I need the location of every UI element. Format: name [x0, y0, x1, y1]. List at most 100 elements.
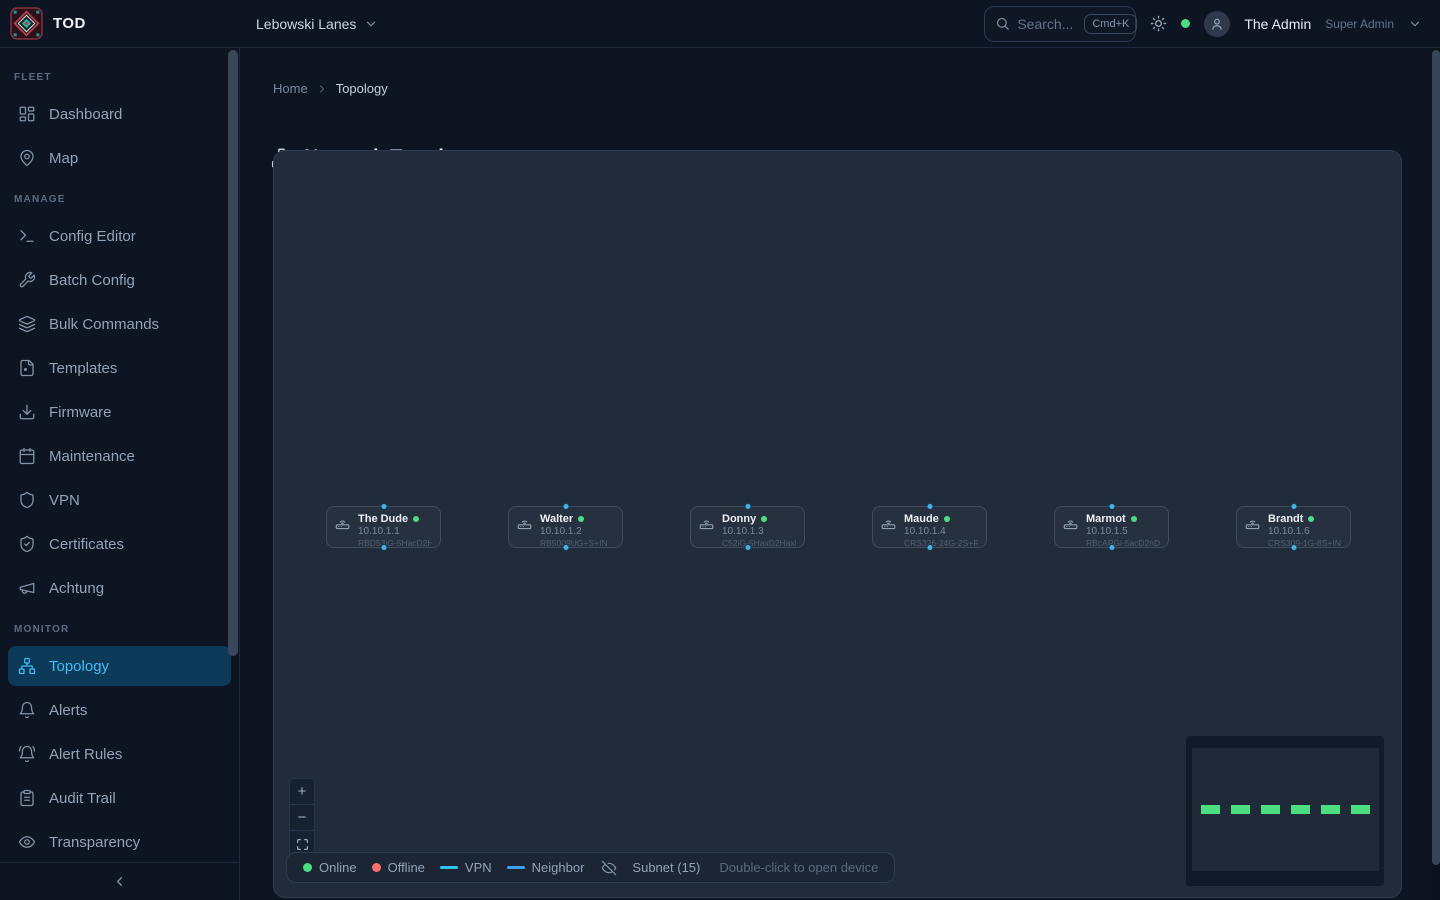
- legend-hint: Double-click to open device: [719, 860, 878, 875]
- theme-toggle-sun-icon[interactable]: [1150, 15, 1167, 32]
- search-shortcut-badge: Cmd+K: [1084, 14, 1137, 34]
- node-handle-top[interactable]: [380, 503, 387, 510]
- wrench-icon: [18, 271, 36, 289]
- router-icon: [335, 516, 350, 531]
- legend-vpn: VPN: [440, 860, 492, 875]
- zoom-out-button[interactable]: −: [290, 805, 314, 831]
- device-node-marmot[interactable]: Marmot10.10.1.5RBcAPGi-5acD2nD: [1054, 506, 1169, 548]
- minimap-node-mark: [1321, 805, 1340, 814]
- router-icon: [1063, 516, 1078, 531]
- offline-dot-icon: [372, 863, 381, 872]
- device-node-brandt[interactable]: Brandt10.10.1.6CRS309-1G-8S+IN: [1236, 506, 1351, 548]
- sidebar-item-label: Topology: [49, 658, 109, 675]
- sidebar-collapse-button[interactable]: [0, 862, 239, 900]
- fit-view-icon: [296, 838, 309, 851]
- sidebar-item-transparency[interactable]: Transparency: [8, 822, 231, 862]
- sidebar-item-dashboard[interactable]: Dashboard: [8, 94, 231, 134]
- node-handle-bottom[interactable]: [562, 544, 569, 551]
- node-handle-bottom[interactable]: [744, 544, 751, 551]
- sidebar-item-label: Templates: [49, 360, 117, 377]
- breadcrumb-home[interactable]: Home: [273, 81, 308, 96]
- breadcrumb-current: Topology: [336, 81, 388, 96]
- avatar[interactable]: [1204, 11, 1230, 37]
- node-handle-top[interactable]: [926, 503, 933, 510]
- node-handle-top[interactable]: [1108, 503, 1115, 510]
- topology-legend: Online Offline VPN Neighbor Subnet (15) …: [286, 852, 895, 883]
- legend-offline-label: Offline: [388, 860, 425, 875]
- brand: TOD: [0, 0, 240, 48]
- eye-off-icon[interactable]: [601, 860, 617, 876]
- legend-vpn-label: VPN: [465, 860, 492, 875]
- node-text: The Dude10.10.1.1RBD53iG-5HacD2HnD: [358, 513, 432, 548]
- node-handle-bottom[interactable]: [926, 544, 933, 551]
- sidebar-item-label: Dashboard: [49, 106, 122, 123]
- sidebar-scrollbar[interactable]: [228, 50, 238, 656]
- sidebar-item-label: Map: [49, 150, 78, 167]
- sidebar-item-label: Firmware: [49, 404, 112, 421]
- legend-online: Online: [303, 860, 357, 875]
- sidebar-section-label: FLEET: [8, 72, 231, 86]
- sidebar-item-config-editor[interactable]: Config Editor: [8, 216, 231, 256]
- page-scrollbar[interactable]: [1432, 48, 1440, 900]
- node-handle-top[interactable]: [744, 503, 751, 510]
- sidebar-item-achtung[interactable]: Achtung: [8, 568, 231, 608]
- minimap-node-mark: [1231, 805, 1250, 814]
- calendar-icon: [18, 447, 36, 465]
- device-name: Brandt: [1268, 513, 1303, 525]
- chevron-down-icon: [364, 17, 378, 31]
- zoom-controls: + −: [289, 778, 315, 858]
- main-content: Home Topology Network Topology The Dude1…: [240, 48, 1432, 900]
- sidebar-nav: FLEETDashboardMapMANAGEConfig EditorBatc…: [0, 48, 239, 862]
- search-input[interactable]: [1017, 16, 1077, 32]
- device-node-walter[interactable]: Walter10.10.1.2RB5009UG+S+IN: [508, 506, 623, 548]
- node-handle-bottom[interactable]: [1108, 544, 1115, 551]
- device-ip: 10.10.1.6: [1268, 526, 1341, 537]
- user-menu-chevron-down-icon[interactable]: [1408, 17, 1422, 31]
- device-online-dot: [1308, 516, 1314, 522]
- sidebar-item-bulk-commands[interactable]: Bulk Commands: [8, 304, 231, 344]
- device-model: RBcAPGi-5acD2nD: [1086, 538, 1160, 548]
- page-scrollbar-thumb[interactable]: [1432, 50, 1440, 865]
- device-node-donny[interactable]: Donny10.10.1.3C52iG-5HaxD2HaxD-US: [690, 506, 805, 548]
- sidebar-item-topology[interactable]: Topology: [8, 646, 231, 686]
- topbar: TOD Lebowski Lanes Cmd+K The Admin Super…: [0, 0, 1440, 48]
- node-handle-bottom[interactable]: [380, 544, 387, 551]
- sidebar-item-alert-rules[interactable]: Alert Rules: [8, 734, 231, 774]
- sidebar-item-maintenance[interactable]: Maintenance: [8, 436, 231, 476]
- sidebar-item-vpn[interactable]: VPN: [8, 480, 231, 520]
- sidebar-item-alerts[interactable]: Alerts: [8, 690, 231, 730]
- map-pin-icon: [18, 149, 36, 167]
- node-text: Walter10.10.1.2RB5009UG+S+IN: [540, 513, 608, 548]
- sidebar-item-map[interactable]: Map: [8, 138, 231, 178]
- search-box[interactable]: Cmd+K: [984, 6, 1136, 42]
- app-logo-icon: [10, 7, 43, 40]
- router-icon: [1245, 516, 1260, 531]
- sidebar-item-certificates[interactable]: Certificates: [8, 524, 231, 564]
- minimap[interactable]: [1186, 736, 1384, 886]
- breadcrumb: Home Topology: [273, 81, 388, 96]
- node-handle-bottom[interactable]: [1290, 544, 1297, 551]
- device-node-maude[interactable]: Maude10.10.1.4CRS326-24G-2S+RM: [872, 506, 987, 548]
- dashboard-icon: [18, 105, 36, 123]
- sidebar-item-audit-trail[interactable]: Audit Trail: [8, 778, 231, 818]
- router-icon: [699, 516, 714, 531]
- sidebar-item-firmware[interactable]: Firmware: [8, 392, 231, 432]
- org-selector[interactable]: Lebowski Lanes: [256, 16, 378, 32]
- sidebar-item-label: VPN: [49, 492, 80, 509]
- online-dot-icon: [303, 863, 312, 872]
- node-handle-top[interactable]: [1290, 503, 1297, 510]
- sidebar-item-label: Config Editor: [49, 228, 136, 245]
- router-icon: [881, 516, 896, 531]
- topology-canvas[interactable]: The Dude10.10.1.1RBD53iG-5HacD2HnD Walter…: [273, 150, 1402, 898]
- sidebar-item-batch-config[interactable]: Batch Config: [8, 260, 231, 300]
- sidebar-section-label: MONITOR: [8, 624, 231, 638]
- node-text: Maude10.10.1.4CRS326-24G-2S+RM: [904, 513, 978, 548]
- sidebar-item-templates[interactable]: Templates: [8, 348, 231, 388]
- zoom-in-button[interactable]: +: [290, 779, 314, 805]
- node-handle-top[interactable]: [562, 503, 569, 510]
- device-node-the-dude[interactable]: The Dude10.10.1.1RBD53iG-5HacD2HnD: [326, 506, 441, 548]
- device-ip: 10.10.1.1: [358, 526, 432, 537]
- device-model: CRS309-1G-8S+IN: [1268, 538, 1341, 548]
- minimap-node-mark: [1351, 805, 1370, 814]
- device-name: The Dude: [358, 513, 408, 525]
